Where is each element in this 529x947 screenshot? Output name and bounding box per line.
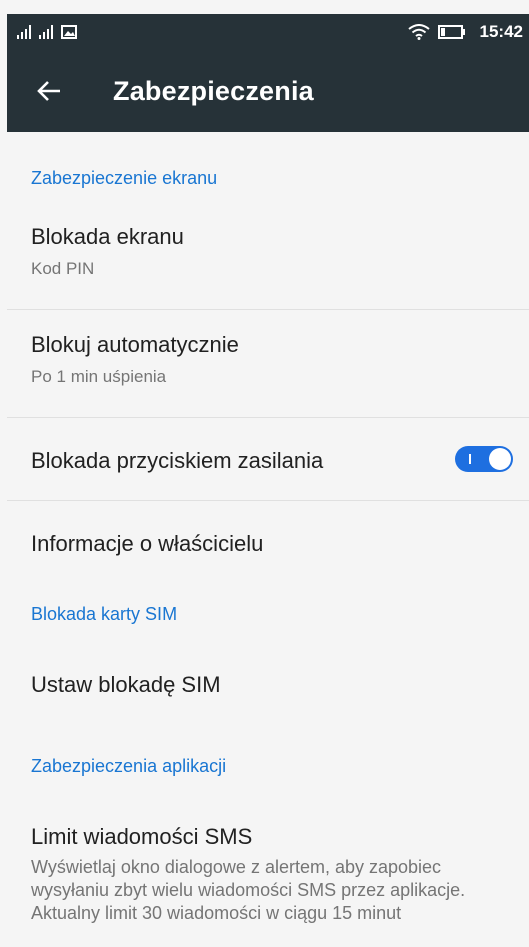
settings-list: Zabezpieczenie ekranu Blokada ekranu Kod…	[7, 132, 529, 925]
section-header-app-security: Zabezpieczenia aplikacji	[31, 756, 227, 776]
sms-limit-item[interactable]: Limit wiadomości SMS Wyświetlaj okno dia…	[7, 794, 529, 925]
owner-info-title: Informacje o właścicielu	[31, 531, 264, 556]
wifi-icon	[407, 24, 430, 40]
power-button-lock-toggle[interactable]	[455, 446, 513, 472]
screen-lock-item[interactable]: Blokada ekranu Kod PIN	[7, 224, 529, 310]
auto-lock-item[interactable]: Blokuj automatycznie Po 1 min uśpienia	[7, 310, 529, 418]
section-header-sim-lock: Blokada karty SIM	[31, 604, 178, 624]
toggle-knob	[489, 448, 511, 470]
screen-lock-subtitle: Kod PIN	[31, 259, 95, 278]
set-sim-lock-title: Ustaw blokadę SIM	[31, 672, 221, 697]
status-bar: 15:42	[7, 14, 529, 50]
page-title: Zabezpieczenia	[113, 75, 314, 106]
toggle-on-indicator	[469, 454, 471, 464]
screen-lock-title: Blokada ekranu	[31, 224, 184, 249]
section-header-screen-security: Zabezpieczenie ekranu	[31, 167, 218, 188]
back-arrow-icon[interactable]	[19, 80, 79, 102]
battery-icon	[437, 25, 465, 39]
status-icons-right: 15:42	[407, 22, 523, 42]
signal-icon	[17, 25, 31, 39]
power-button-lock-item[interactable]: Blokada przyciskiem zasilania	[7, 418, 529, 501]
owner-info-item[interactable]: Informacje o właścicielu	[7, 501, 529, 587]
app-bar: Zabezpieczenia	[7, 50, 529, 132]
set-sim-lock-item[interactable]: Ustaw blokadę SIM	[7, 642, 529, 739]
auto-lock-title: Blokuj automatycznie	[31, 332, 239, 357]
image-notification-icon	[61, 25, 77, 39]
auto-lock-subtitle: Po 1 min uśpienia	[31, 367, 167, 386]
status-icons-left	[17, 25, 77, 39]
sms-limit-description: Wyświetlaj okno dialogowe z alertem, aby…	[31, 857, 466, 923]
clock: 15:42	[479, 22, 523, 41]
sms-limit-title: Limit wiadomości SMS	[31, 824, 253, 849]
signal-icon	[39, 25, 53, 39]
